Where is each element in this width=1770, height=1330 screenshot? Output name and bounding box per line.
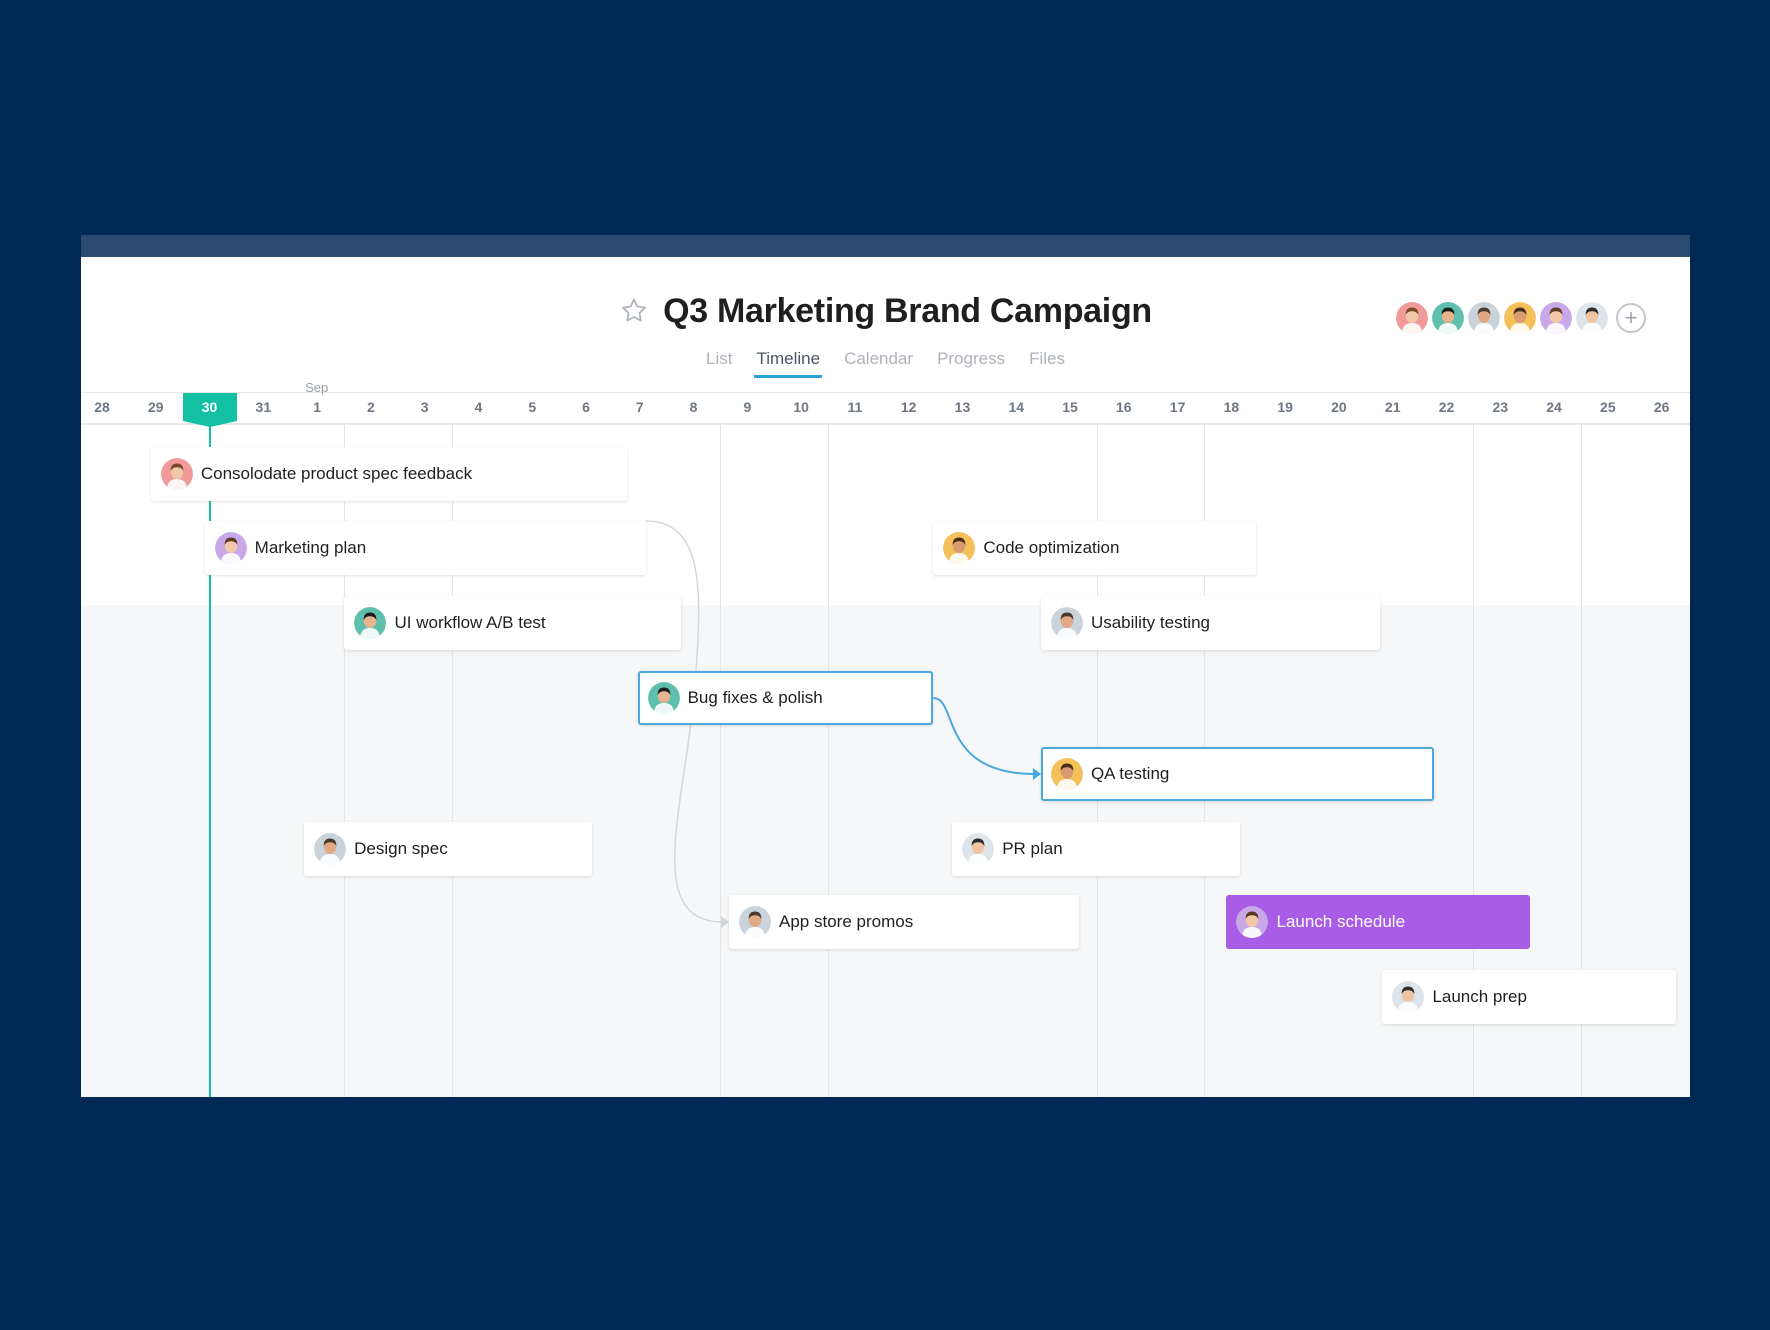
tab-timeline[interactable]: Timeline [754,349,823,378]
day-label: 1 [313,399,321,415]
week-gridline [828,425,830,1097]
member-avatar[interactable] [1468,302,1500,334]
day-label: 13 [954,399,971,415]
assignee-avatar[interactable] [1050,607,1083,639]
assignee-avatar[interactable] [354,607,387,639]
plus-icon: + [1624,305,1638,330]
day-label: 21 [1384,399,1401,415]
assignee-avatar[interactable] [160,458,193,490]
task-label: Usability testing [1090,613,1210,632]
day-label: 7 [635,399,644,415]
dependency-arrowhead [1032,768,1041,780]
day-label: 2 [366,399,375,415]
task-label: Launch schedule [1276,912,1406,931]
task-bar[interactable]: UI workflow A/B test [344,596,681,650]
day-label: 11 [847,399,863,415]
tab-list[interactable]: List [704,349,734,378]
member-avatar[interactable] [1504,302,1536,334]
day-label: 29 [147,399,164,415]
day-label: 20 [1331,399,1347,415]
task-label: Design spec [354,839,448,858]
assignee-avatar[interactable] [1392,981,1425,1013]
page-title: Q3 Marketing Brand Campaign [663,291,1152,330]
task-label: Bug fixes & polish [687,688,823,707]
task-bar[interactable]: Bug fixes & polish [637,671,934,725]
member-avatar[interactable] [1576,302,1608,334]
day-label: 28 [94,399,110,415]
task-label: UI workflow A/B test [394,613,546,632]
add-member-button[interactable]: + [1616,303,1646,333]
task-bar[interactable]: PR plan [952,822,1240,876]
assignee-avatar[interactable] [1236,906,1269,938]
day-label: 31 [255,399,272,415]
day-label: 9 [743,399,752,415]
task-bar[interactable]: Design spec [304,822,592,876]
task-bar[interactable]: Launch schedule [1226,895,1531,949]
task-bar[interactable]: Launch prep [1382,970,1676,1024]
day-label: 12 [900,399,917,415]
assignee-avatar[interactable] [739,906,772,938]
day-label: 6 [582,399,590,415]
day-label: 24 [1546,399,1562,415]
day-label: 16 [1116,399,1132,415]
day-header-row: 28 29 30 31 1 2 3 4 5 6 7 8 9 10 11 12 13 14 15 16 17 18 19 20 2… [81,393,1690,423]
star-icon[interactable] [619,296,649,326]
view-tabs: List Timeline Calendar Progress Files [81,349,1690,378]
dependency-arrowhead [721,916,730,928]
task-label: Marketing plan [254,538,367,557]
today-marker-notch [182,421,237,427]
member-avatar[interactable] [1540,302,1572,334]
day-label: 26 [1653,399,1670,415]
day-label: 19 [1277,399,1293,415]
day-label: 5 [528,399,537,415]
day-label: 8 [689,399,698,415]
day-label: 25 [1600,399,1616,415]
assignee-avatar[interactable] [1050,758,1083,790]
day-label: 15 [1062,399,1078,415]
task-label: Code optimization [983,538,1120,557]
timeline-app: Q3 Marketing Brand Campaign + List Timeli… [81,235,1690,1097]
day-label: 10 [793,399,809,415]
task-bar[interactable]: Marketing plan [204,521,646,575]
day-label: 14 [1008,399,1025,415]
member-avatar[interactable] [1432,302,1464,334]
assignee-avatar[interactable] [647,682,680,714]
today-marker: 30 [182,393,237,421]
tab-files[interactable]: Files [1027,349,1067,378]
day-label: 4 [474,399,483,415]
task-bar[interactable]: App store promos [729,895,1079,949]
task-label: PR plan [1002,839,1063,858]
task-bar[interactable]: QA testing [1040,747,1434,801]
day-label: 17 [1169,399,1186,415]
assignee-avatar[interactable] [214,532,247,564]
week-gridline [720,425,722,1097]
assignee-avatar[interactable] [962,833,995,865]
task-bar[interactable]: Code optimization [933,521,1257,575]
task-label: App store promos [779,912,914,931]
task-bar[interactable]: Usability testing [1040,596,1380,650]
day-label: 3 [420,399,429,415]
dependency-connector [933,697,1035,775]
assignee-avatar[interactable] [314,833,347,865]
task-label: QA testing [1090,764,1170,783]
day-label: 18 [1223,399,1240,415]
assignee-avatar[interactable] [943,532,976,564]
day-header-divider [81,423,1690,425]
task-label: Consolodate product spec feedback [200,464,473,483]
task-bar[interactable]: Consolodate product spec feedback [150,447,627,501]
top-bar [81,235,1690,257]
member-avatar[interactable] [1396,302,1428,334]
tab-progress[interactable]: Progress [935,349,1007,378]
task-label: Launch prep [1432,987,1527,1006]
tab-calendar[interactable]: Calendar [842,349,915,378]
day-label: 22 [1438,399,1455,415]
project-members: + [1396,302,1646,334]
day-label: 23 [1492,399,1509,415]
